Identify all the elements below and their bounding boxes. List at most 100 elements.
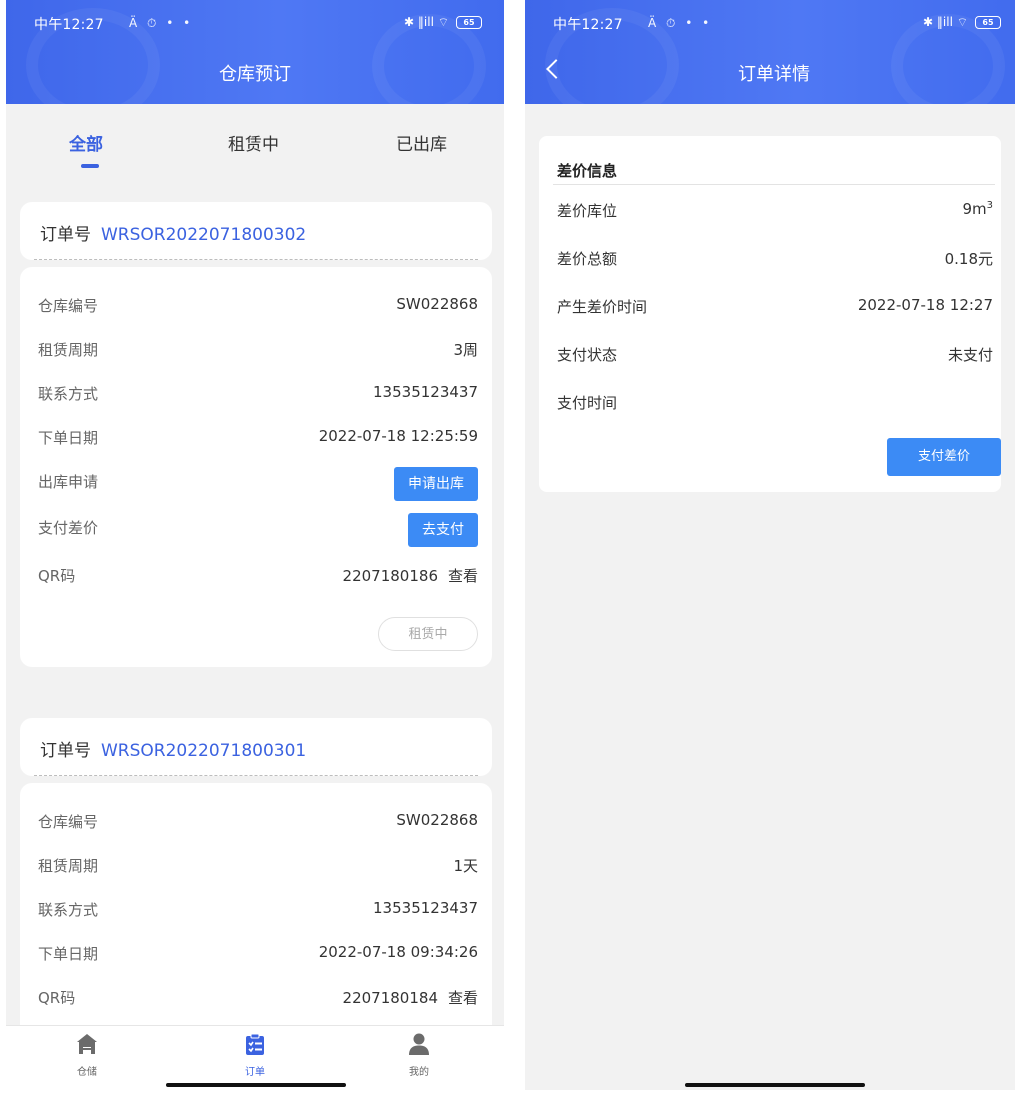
order-date-label: 下单日期 [38, 945, 99, 963]
price-diff-card: 差价信息 差价库位 9m3 差价总额 0.18元 产生差价时间 2022-07-… [539, 136, 1001, 492]
warehouse-row: 仓库编号 SW022868 [38, 291, 478, 321]
diff-amount-row: 差价总额 0.18元 [557, 248, 993, 272]
warehouse-label: 仓库编号 [38, 297, 99, 315]
view-qr-link[interactable]: 查看 [448, 989, 478, 1007]
order-card-body: 仓库编号 SW022868 租赁周期 1天 联系方式 13535123437 下… [20, 783, 492, 1043]
page-title: 订单详情 [738, 64, 810, 85]
diff-time-value: 2022-07-18 12:27 [857, 296, 993, 314]
home-indicator [685, 1083, 865, 1087]
warehouse-label: 仓库编号 [38, 813, 99, 831]
order-detail-screen: 中午12:27 Ä ⏱ • • ✱ ‖ill ⌔ 65 订单详情 差价信息 差价… [525, 0, 1015, 1090]
app-header: 中午12:27 Ä ⏱ • • ✱ ‖ill ⌔ 65 仓库预订 [6, 0, 504, 122]
pay-status-label: 支付状态 [557, 346, 618, 364]
diff-slot-exponent: 3 [986, 200, 993, 211]
nav-orders[interactable]: 订单 [225, 1032, 285, 1078]
contact-label: 联系方式 [38, 901, 99, 919]
contact-value: 13535123437 [373, 899, 478, 917]
period-row: 租赁周期 1天 [38, 851, 478, 881]
qr-row: QR码 2207180186 查看 [38, 561, 478, 591]
nav-profile-label: 我的 [409, 1067, 429, 1078]
period-row: 租赁周期 3周 [38, 335, 478, 365]
status-time: 中午12:27 [553, 17, 623, 33]
pay-diff-label: 支付差价 [38, 519, 99, 537]
qr-value: 2207180186 查看 [343, 565, 478, 586]
status-right: ✱ ‖ill ⌔ 65 [404, 15, 482, 30]
status-right: ✱ ‖ill ⌔ 65 [923, 15, 1001, 30]
diff-time-row: 产生差价时间 2022-07-18 12:27 [557, 296, 993, 320]
period-label: 租赁周期 [38, 857, 99, 875]
notification-icons: Ä ⏱ • • [129, 16, 194, 30]
qr-value: 2207180184 查看 [343, 987, 478, 1008]
period-value: 3周 [453, 341, 478, 359]
order-card-header: 订单号 WRSOR2022071800302 [20, 202, 492, 260]
qr-label: QR码 [38, 989, 76, 1007]
order-number-value: WRSOR2022071800302 [101, 225, 307, 245]
period-value: 1天 [453, 857, 478, 875]
order-date-row: 下单日期 2022-07-18 09:34:26 [38, 939, 478, 969]
nav-warehouse-label: 仓储 [77, 1067, 97, 1078]
pay-time-label: 支付时间 [557, 394, 618, 412]
qr-code-number: 2207180186 [342, 567, 438, 585]
active-tab-indicator [81, 164, 99, 168]
diff-slot-number: 9m [962, 200, 987, 218]
battery-icon: 65 [456, 16, 482, 29]
view-qr-link[interactable]: 查看 [448, 567, 478, 585]
diff-amount-label: 差价总额 [557, 250, 618, 268]
order-date-value: 2022-07-18 12:25:59 [318, 427, 478, 445]
warehouse-row: 仓库编号 SW022868 [38, 807, 478, 837]
section-divider [553, 184, 995, 185]
home-indicator [166, 1083, 346, 1087]
status-bar: 中午12:27 Ä ⏱ • • ✱ ‖ill ⌔ 65 [553, 14, 1001, 36]
order-card-body: 仓库编号 SW022868 租赁周期 3周 联系方式 13535123437 下… [20, 267, 492, 667]
pay-diff-row: 支付差价 去支付 [38, 513, 478, 547]
contact-row: 联系方式 13535123437 [38, 379, 478, 409]
status-bar: 中午12:27 Ä ⏱ • • ✱ ‖ill ⌔ 65 [34, 14, 482, 36]
nav-orders-label: 订单 [245, 1067, 265, 1078]
order-list-icon [246, 1033, 264, 1055]
pay-difference-button[interactable]: 支付差价 [887, 438, 1001, 476]
pay-status-value: 未支付 [947, 346, 993, 364]
order-date-row: 下单日期 2022-07-18 12:25:59 [38, 423, 478, 453]
status-time: 中午12:27 [34, 17, 104, 33]
order-number-label: 订单号 [40, 225, 91, 245]
warehouse-icon [77, 1034, 97, 1054]
qr-row: QR码 2207180184 查看 [38, 983, 478, 1013]
battery-icon: 65 [975, 16, 1001, 29]
app-header: 中午12:27 Ä ⏱ • • ✱ ‖ill ⌔ 65 订单详情 [525, 0, 1015, 122]
notification-icons: Ä ⏱ • • [648, 16, 713, 30]
pay-status-row: 支付状态 未支付 [557, 344, 993, 368]
order-number-label: 订单号 [40, 741, 91, 761]
nav-warehouse[interactable]: 仓储 [57, 1032, 117, 1078]
contact-value: 13535123437 [373, 383, 478, 401]
outbound-row: 出库申请 申请出库 [38, 467, 478, 501]
outbound-label: 出库申请 [38, 473, 99, 491]
order-number-value: WRSOR2022071800301 [101, 741, 307, 761]
pay-time-row: 支付时间 [557, 392, 993, 416]
go-pay-button[interactable]: 去支付 [408, 513, 478, 547]
diff-slot-value: 9m3 [962, 200, 993, 218]
period-label: 租赁周期 [38, 341, 99, 359]
page-title: 仓库预订 [219, 64, 291, 85]
warehouse-value: SW022868 [396, 295, 478, 313]
apply-outbound-button[interactable]: 申请出库 [394, 467, 478, 501]
signal-wifi-icon: ✱ ‖ill ⌔ [923, 15, 968, 29]
diff-slot-label: 差价库位 [557, 202, 618, 220]
nav-profile[interactable]: 我的 [389, 1032, 449, 1078]
diff-time-label: 产生差价时间 [557, 298, 648, 316]
order-list-screen: 中午12:27 Ä ⏱ • • ✱ ‖ill ⌔ 65 仓库预订 全部 租赁中 … [6, 0, 504, 1090]
contact-label: 联系方式 [38, 385, 99, 403]
contact-row: 联系方式 13535123437 [38, 895, 478, 925]
order-tabs: 全部 租赁中 已出库 [6, 104, 504, 184]
order-date-label: 下单日期 [38, 429, 99, 447]
diff-slot-row: 差价库位 9m3 [557, 200, 993, 224]
tab-renting[interactable]: 租赁中 [228, 130, 279, 155]
qr-code-number: 2207180184 [342, 989, 438, 1007]
status-badge: 租赁中 [378, 617, 478, 651]
order-number: 订单号 WRSOR2022071800301 [40, 736, 306, 761]
order-card-header: 订单号 WRSOR2022071800301 [20, 718, 492, 776]
tab-all[interactable]: 全部 [69, 130, 103, 155]
warehouse-value: SW022868 [396, 811, 478, 829]
signal-wifi-icon: ✱ ‖ill ⌔ [404, 15, 449, 29]
diff-amount-value: 0.18元 [944, 250, 993, 268]
tab-outbound[interactable]: 已出库 [396, 130, 447, 155]
